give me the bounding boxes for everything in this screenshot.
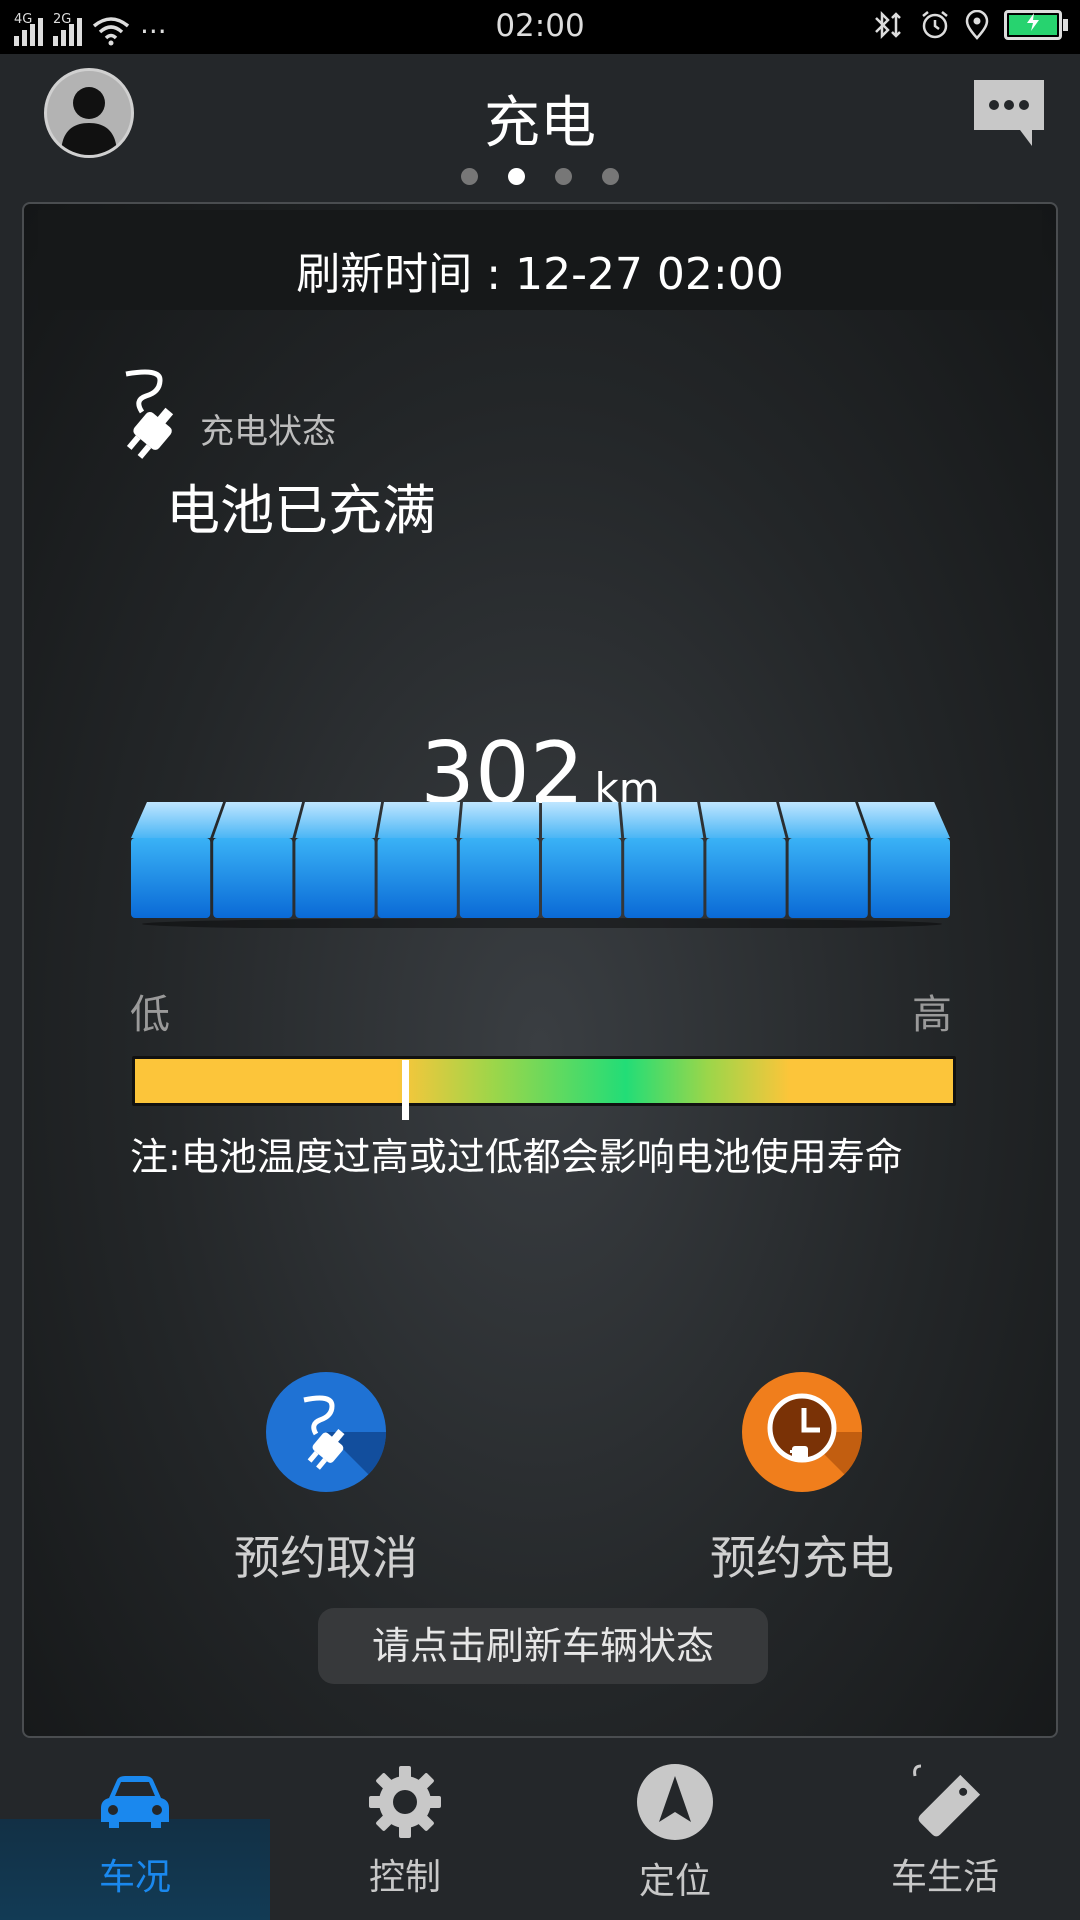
page-indicator	[0, 168, 1080, 185]
page-dot-active[interactable]	[508, 168, 525, 185]
charge-status-label: 充电状态	[200, 412, 336, 452]
charging-card: 刷新时间 : 12-27 02:00 充电状态 电池已充满 302 km 低 高…	[22, 202, 1058, 1738]
battery-segment	[459, 838, 539, 918]
temperature-bar	[132, 1056, 956, 1106]
schedule-charge-icon	[742, 1372, 862, 1492]
battery-segment	[377, 838, 457, 918]
battery-segment-top	[700, 802, 786, 838]
alarm-icon	[922, 11, 948, 39]
plug-icon	[125, 369, 174, 459]
battery-segment	[706, 838, 786, 918]
location-icon	[965, 10, 989, 40]
schedule-charge-label: 预约充电	[710, 1531, 894, 1585]
page-title: 充电	[484, 91, 596, 156]
battery-segment	[131, 838, 211, 918]
battery-segment-top	[459, 802, 540, 838]
nav-item-location[interactable]: 定位	[540, 1740, 810, 1920]
nav-label-car-status: 车况	[98, 1857, 171, 1898]
status-right	[870, 10, 1068, 40]
temp-low-label: 低	[130, 992, 170, 1038]
cancel-schedule-label: 预约取消	[234, 1531, 418, 1585]
battery-segment	[870, 838, 950, 918]
page-dot[interactable]	[602, 168, 619, 185]
nav-label-control: 控制	[368, 1857, 441, 1898]
cancel-schedule-icon	[266, 1372, 386, 1492]
battery-segment	[624, 838, 704, 918]
battery-icon	[1004, 10, 1068, 40]
battery-note: 注:电池温度过高或过低都会影响电池使用寿命	[130, 1135, 903, 1179]
chat-bubble-icon	[974, 80, 1044, 146]
nav-item-control[interactable]: 控制	[270, 1740, 540, 1920]
battery-segment	[542, 838, 622, 918]
nav-label-car-life: 车生活	[890, 1857, 999, 1898]
page-dot[interactable]	[461, 168, 478, 185]
battery-segment-top	[542, 802, 622, 838]
battery-segment-top	[779, 802, 868, 838]
temp-high-label: 高	[912, 992, 952, 1038]
battery-segment	[213, 838, 293, 918]
car-icon	[101, 1776, 169, 1828]
battery-segment-top	[858, 802, 950, 838]
battery-segment	[788, 838, 868, 918]
battery-segment-top	[131, 802, 224, 838]
bottom-nav: 车况 控制 定位 车生活	[0, 1740, 1080, 1920]
nav-item-car-life[interactable]: 车生活	[810, 1740, 1080, 1920]
battery-segment-top	[621, 802, 704, 838]
refresh-toast[interactable]: 请点击刷新车辆状态	[318, 1608, 768, 1684]
refresh-time: 刷新时间 : 12-27 02:00	[296, 249, 784, 300]
charge-status-value: 电池已充满	[166, 479, 436, 542]
temperature-marker	[401, 1060, 409, 1120]
battery-segment-top	[295, 802, 382, 838]
nav-label-location: 定位	[638, 1861, 711, 1902]
refresh-strip: 刷新时间 : 12-27 02:00	[38, 210, 1042, 310]
gear-icon	[369, 1766, 441, 1838]
battery-segment-top	[213, 802, 303, 838]
tag-icon	[913, 1764, 981, 1837]
cancel-schedule-button[interactable]: 预约取消	[176, 1372, 476, 1588]
navigation-icon	[637, 1764, 713, 1840]
page-dot[interactable]	[555, 168, 572, 185]
message-button[interactable]	[974, 80, 1044, 146]
bluetooth-icon	[875, 10, 901, 40]
battery-level-bar	[131, 802, 950, 928]
battery-segment-top	[377, 802, 461, 838]
battery-segment	[295, 838, 375, 918]
nav-item-car-status[interactable]: 车况	[0, 1740, 270, 1920]
status-bar: 4G 2G ··· 02:00	[0, 0, 1080, 54]
schedule-charge-button[interactable]: 预约充电	[652, 1372, 952, 1588]
